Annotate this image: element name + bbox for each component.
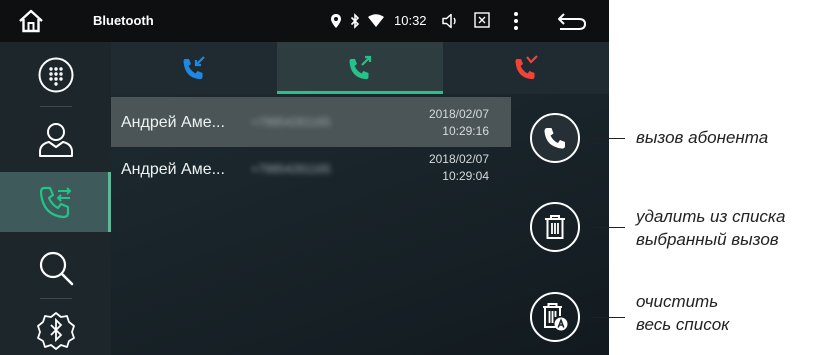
home-icon[interactable]	[18, 9, 44, 33]
clear-callout-line	[593, 317, 625, 318]
missed-call-icon	[515, 55, 538, 80]
caller-number: +79854281165	[251, 162, 331, 176]
volume-icon[interactable]	[441, 12, 459, 30]
bluetooth-settings-icon	[36, 312, 75, 350]
dialpad-icon	[38, 57, 73, 93]
app-title: Bluetooth	[93, 13, 154, 28]
menu-icon[interactable]	[513, 11, 519, 31]
delete-callout: удалить из списка выбранный вызов	[636, 205, 785, 251]
call-time: 10:29:04	[442, 169, 489, 183]
bluetooth-icon	[350, 13, 360, 29]
call-button[interactable]	[530, 113, 580, 163]
contact-icon	[38, 123, 73, 157]
status-bar: Bluetooth 10:32	[0, 0, 609, 42]
delete-callout-line2: выбранный вызов	[636, 230, 779, 249]
call-date: 2018/02/07	[428, 107, 489, 121]
call-list-item[interactable]: Андрей Аме... +79854281165 2018/02/07 10…	[111, 97, 511, 147]
sidebar-item-search[interactable]	[0, 238, 111, 298]
sidebar-item-dialpad[interactable]	[0, 45, 111, 105]
delete-callout-line1: удалить из списка	[636, 207, 786, 226]
clear-callout-line2: весь список	[636, 315, 730, 334]
call-callout-line	[593, 138, 625, 139]
phone-icon	[544, 128, 565, 149]
call-list-item[interactable]: Андрей Аме... +79854281165 2018/02/07 10…	[111, 147, 511, 197]
back-icon[interactable]	[557, 11, 587, 31]
caller-number: +79854281165	[251, 115, 331, 129]
tab-incoming[interactable]	[111, 42, 277, 94]
sidebar-item-contacts[interactable]	[0, 109, 111, 169]
incoming-call-icon	[183, 56, 205, 80]
head-unit-screen: Bluetooth 10:32 Андрей Аме... +798542811…	[0, 0, 609, 355]
trash-all-icon	[543, 303, 568, 331]
tab-missed[interactable]	[443, 42, 609, 94]
sidebar-item-bluetooth-settings[interactable]	[0, 300, 111, 355]
clear-all-button[interactable]	[530, 292, 580, 342]
delete-button[interactable]	[530, 202, 580, 252]
caller-name: Андрей Аме...	[121, 114, 225, 131]
call-time: 10:29:16	[442, 124, 489, 138]
tab-outgoing[interactable]	[277, 42, 443, 94]
clear-callout-line1: очистить	[636, 292, 719, 311]
search-icon	[39, 251, 73, 286]
trash-icon	[545, 215, 565, 239]
wifi-icon	[368, 14, 384, 27]
sidebar-item-call-log[interactable]	[0, 172, 111, 232]
clear-callout: очистить весь список	[636, 290, 729, 336]
screen-icon[interactable]	[474, 12, 490, 28]
sidebar	[0, 42, 111, 355]
call-type-tabs	[111, 42, 609, 94]
call-date: 2018/02/07	[428, 152, 489, 166]
outgoing-call-icon	[349, 55, 372, 80]
clock: 10:32	[394, 13, 427, 28]
delete-callout-line	[593, 227, 625, 228]
call-callout: вызов абонента	[636, 128, 769, 147]
caller-name: Андрей Аме...	[121, 161, 225, 178]
location-icon	[331, 14, 341, 28]
call-log-icon	[39, 186, 71, 219]
